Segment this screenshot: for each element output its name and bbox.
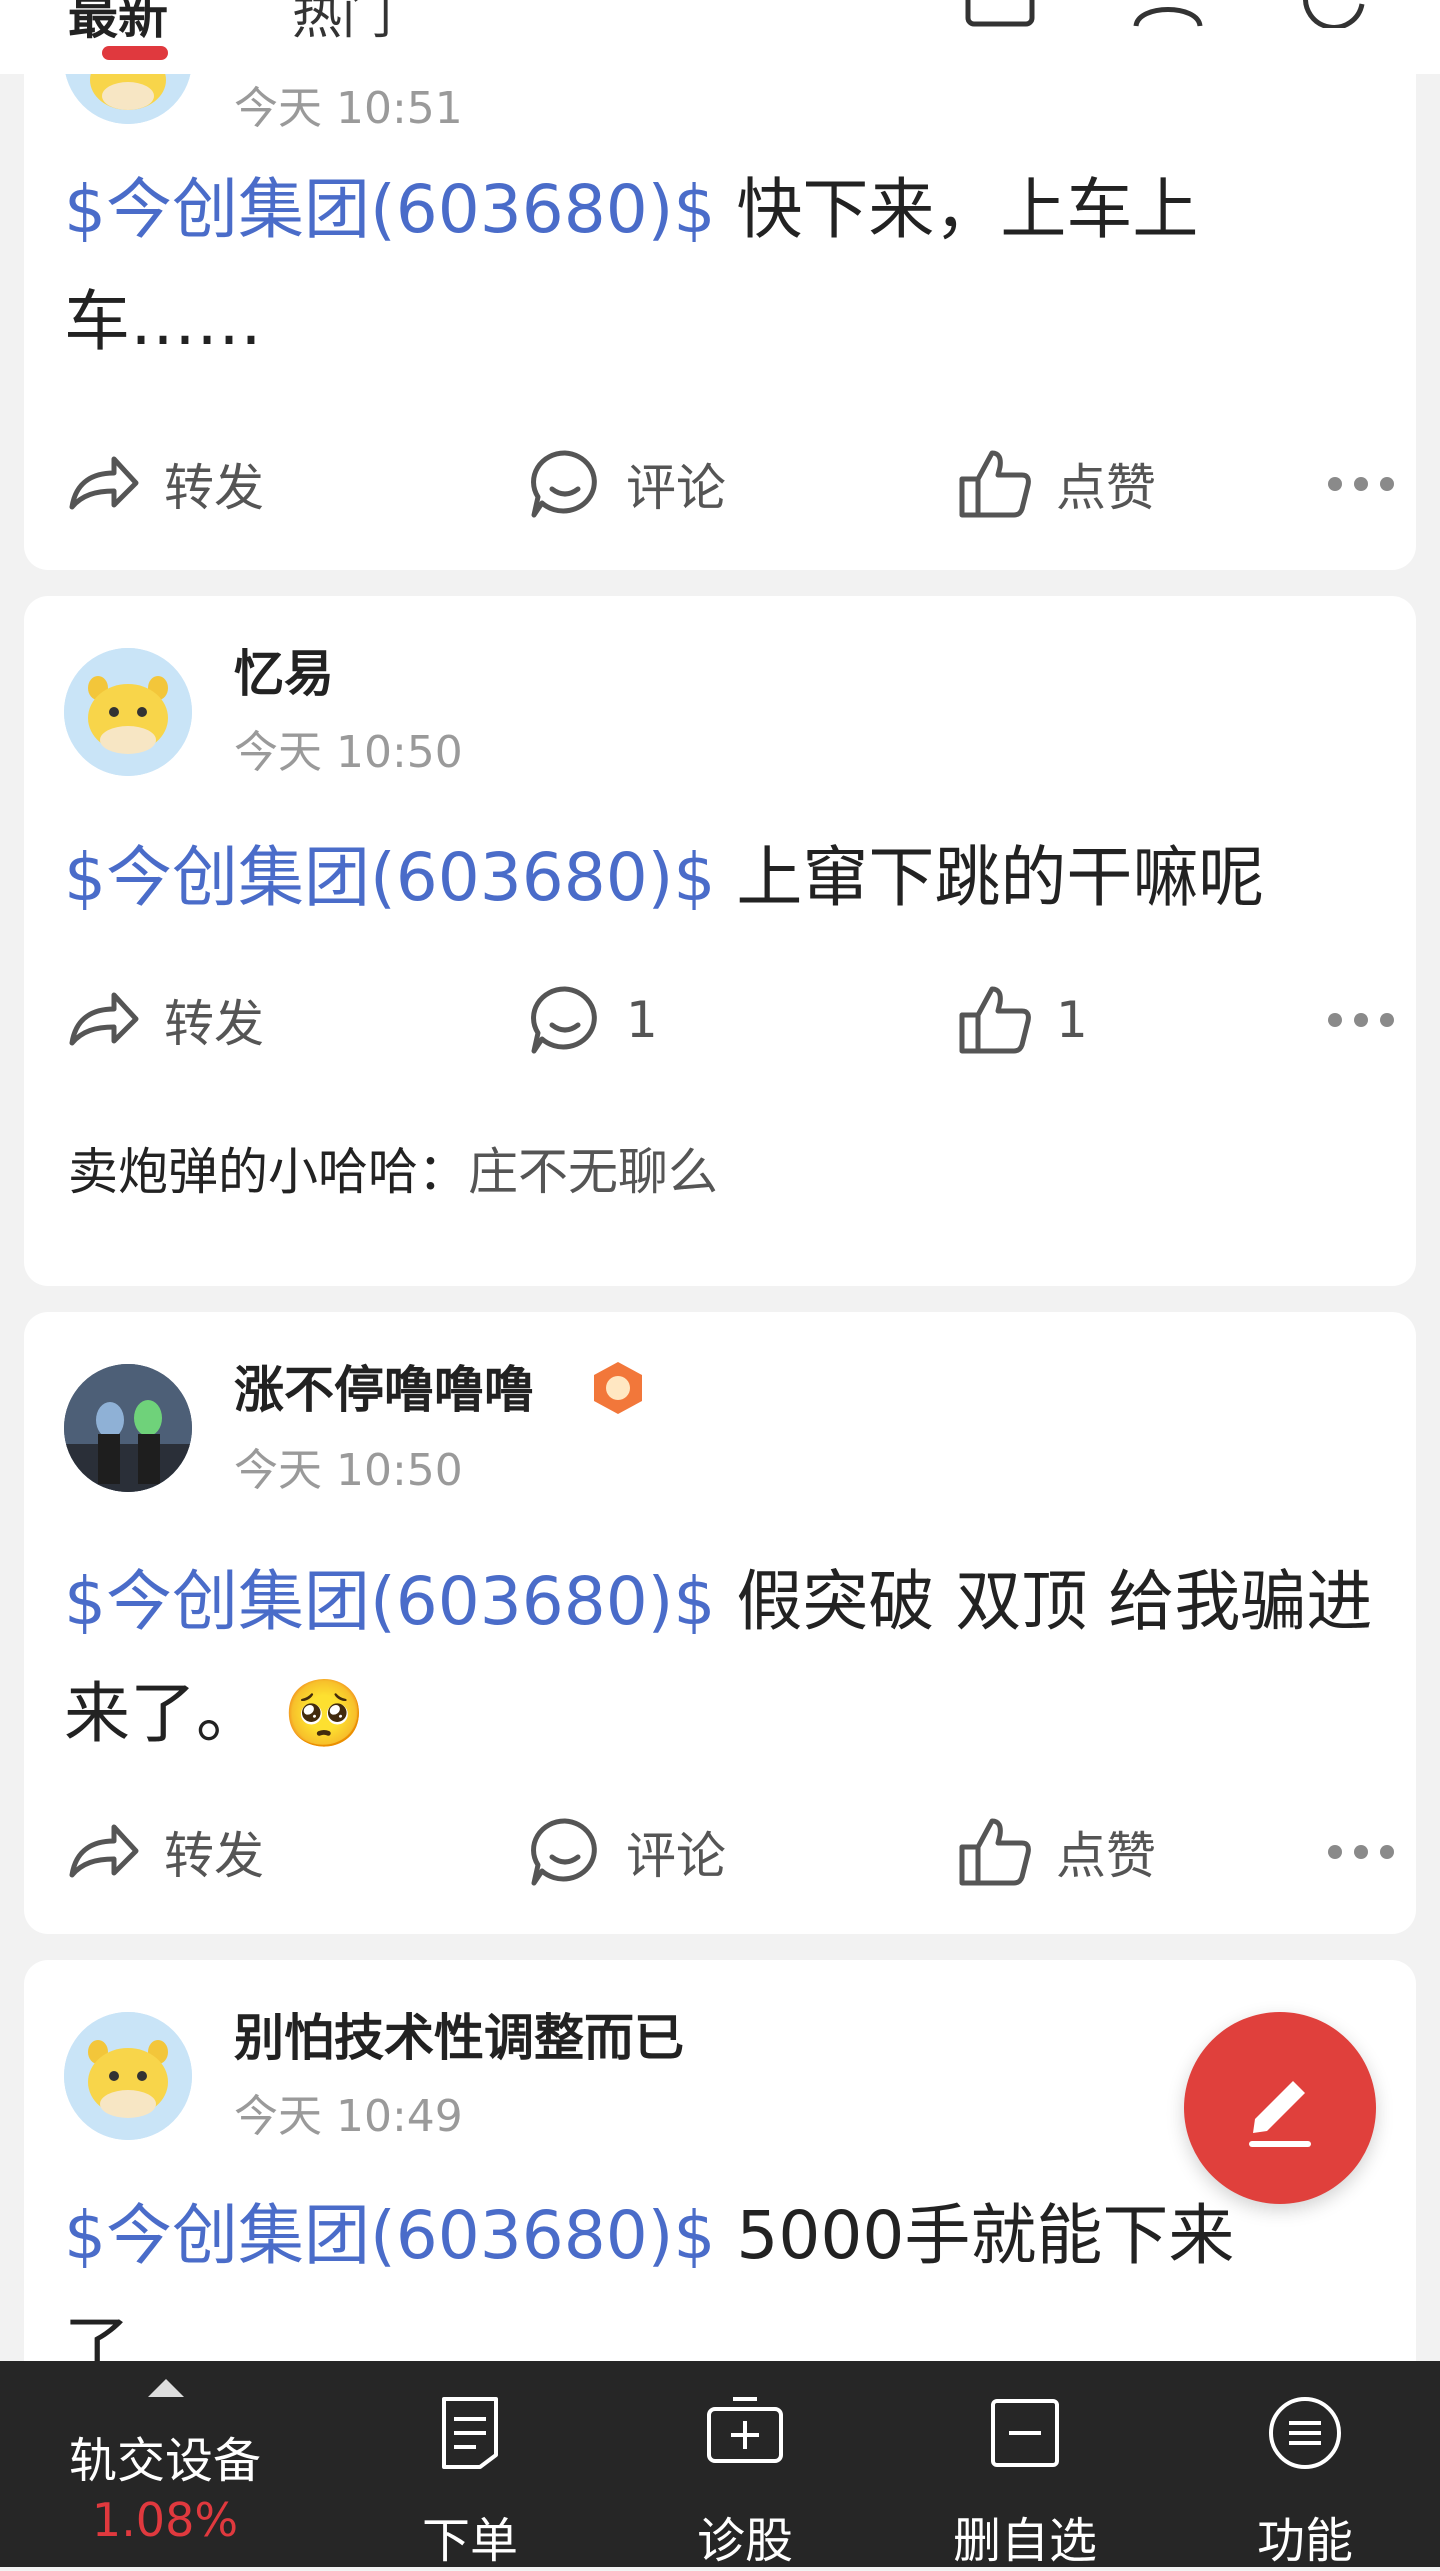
user-icon[interactable] (1130, 0, 1206, 28)
sector-ticker[interactable]: 轨交设备 1.08% (0, 2361, 330, 2567)
diagnose-label: 诊股 (696, 2513, 793, 2569)
order-sheet-icon (442, 2397, 498, 2469)
order-button[interactable]: 下单 (330, 2361, 610, 2569)
photo-avatar-icon (64, 1364, 192, 1492)
like-button[interactable]: 点赞 (956, 444, 1156, 524)
like-icon (959, 450, 1031, 518)
minus-square-icon (991, 2399, 1059, 2467)
reply-user[interactable]: 卖炮弹的小哈哈： (68, 1143, 468, 1201)
order-label: 下单 (421, 2513, 518, 2569)
post-time: 今天 10:50 (234, 727, 463, 778)
diagnose-icon (707, 2397, 783, 2463)
like-button[interactable]: 1 (956, 980, 1088, 1060)
stock-tag-link[interactable]: $今创集团(603680)$ (64, 1563, 715, 1640)
post-card[interactable]: 涨不停噜噜噜 今天 10:50 $今创集团(603680)$ 假突破 双顶 给我… (24, 1312, 1416, 1934)
share-icon (69, 1824, 139, 1878)
reply-preview[interactable]: 卖炮弹的小哈哈：庄不无聊么 (68, 1132, 718, 1204)
post-time: 今天 10:49 (234, 2091, 463, 2142)
share-button[interactable]: 转发 (64, 1812, 264, 1892)
stock-tag-link[interactable]: $今创集团(603680)$ (64, 839, 715, 916)
post-content[interactable]: $今创集团(603680)$ 快下来，上车上车…… (64, 154, 1384, 378)
functions-button[interactable]: 功能 (1170, 2361, 1440, 2569)
more-button[interactable] (1328, 1822, 1394, 1882)
ticker-change: 1.08% (91, 2493, 239, 2547)
diagnose-button[interactable]: 诊股 (610, 2361, 880, 2569)
tab-hot[interactable]: 热门 (292, 0, 392, 48)
share-label: 转发 (164, 995, 264, 1053)
share-label: 转发 (164, 459, 264, 517)
comment-label: 评论 (626, 459, 726, 517)
like-button[interactable]: 点赞 (956, 1812, 1156, 1892)
comment-count: 1 (626, 991, 658, 1049)
post-time: 今天 10:51 (234, 83, 463, 134)
cow-avatar-icon (64, 2012, 192, 2140)
like-icon (959, 1818, 1031, 1886)
post-body: 上窜下跳的干嘛呢 (715, 839, 1265, 916)
pleading-face-emoji: 🥺 (282, 1675, 366, 1752)
comment-icon (531, 1818, 597, 1886)
avatar[interactable] (64, 2012, 192, 2140)
comment-button[interactable]: 评论 (526, 1812, 726, 1892)
post-actions: 转发 评论 点赞 (64, 444, 1394, 524)
share-button[interactable]: 转发 (64, 444, 264, 524)
stock-tag-link[interactable]: $今创集团(603680)$ (64, 2197, 715, 2274)
stock-tag-link[interactable]: $今创集团(603680)$ (64, 171, 715, 248)
share-icon (69, 456, 139, 510)
caret-up-icon (148, 2379, 184, 2397)
level-badge-icon (594, 1362, 642, 1414)
comment-icon (531, 986, 597, 1054)
avatar[interactable] (64, 1364, 192, 1492)
refresh-icon[interactable] (1296, 0, 1372, 28)
active-tab-indicator (102, 46, 168, 60)
share-button[interactable]: 转发 (64, 980, 264, 1060)
post-card[interactable]: 别怕技术性调整而已 今天 10:49 $今创集团(603680)$ 5000手就… (24, 1960, 1416, 2420)
more-button[interactable] (1328, 454, 1394, 514)
cow-avatar-icon (64, 648, 192, 776)
comment-button[interactable]: 1 (526, 980, 658, 1060)
bottom-action-bar: 轨交设备 1.08% 下单 诊股 删自选 功能 (0, 2361, 1440, 2569)
post-card[interactable]: 今天 10:51 $今创集团(603680)$ 快下来，上车上车…… 转发 评论… (24, 30, 1416, 570)
tab-latest[interactable]: 最新 (68, 0, 168, 48)
comment-label: 评论 (626, 1827, 726, 1885)
post-card[interactable]: 忆易 今天 10:50 $今创集团(603680)$ 上窜下跳的干嘛呢 转发 1… (24, 596, 1416, 1286)
compose-icon (1249, 2081, 1311, 2147)
post-box-icon[interactable] (960, 0, 1040, 28)
post-actions: 转发 评论 点赞 (64, 1812, 1394, 1892)
post-actions: 转发 1 1 (64, 980, 1394, 1060)
like-label: 点赞 (1056, 459, 1156, 517)
post-content[interactable]: $今创集团(603680)$ 假突破 双顶 给我骗进来了。 🥺 (64, 1546, 1384, 1770)
compose-button[interactable] (1184, 2012, 1376, 2204)
functions-label: 功能 (1256, 2513, 1353, 2569)
remove-watchlist-label: 删自选 (952, 2513, 1097, 2569)
top-tab-bar: 最新 热门 (0, 0, 1440, 74)
comment-button[interactable]: 评论 (526, 444, 726, 524)
share-label: 转发 (164, 1827, 264, 1885)
ticker-name: 轨交设备 (68, 2433, 261, 2489)
author-name[interactable]: 别怕技术性调整而已 (234, 1998, 684, 2070)
post-content[interactable]: $今创集团(603680)$ 上窜下跳的干嘛呢 (64, 822, 1384, 934)
like-icon (959, 986, 1031, 1054)
reply-text: 庄不无聊么 (468, 1143, 718, 1201)
like-label: 点赞 (1056, 1827, 1156, 1885)
more-button[interactable] (1328, 990, 1394, 1050)
remove-watchlist-button[interactable]: 删自选 (880, 2361, 1170, 2569)
like-count: 1 (1056, 991, 1088, 1049)
author-name[interactable]: 忆易 (234, 634, 334, 706)
share-icon (69, 992, 139, 1046)
post-time: 今天 10:50 (234, 1445, 463, 1496)
author-name[interactable]: 涨不停噜噜噜 (234, 1350, 534, 1422)
comment-icon (531, 450, 597, 518)
menu-circle-icon (1269, 2397, 1341, 2469)
avatar[interactable] (64, 648, 192, 776)
